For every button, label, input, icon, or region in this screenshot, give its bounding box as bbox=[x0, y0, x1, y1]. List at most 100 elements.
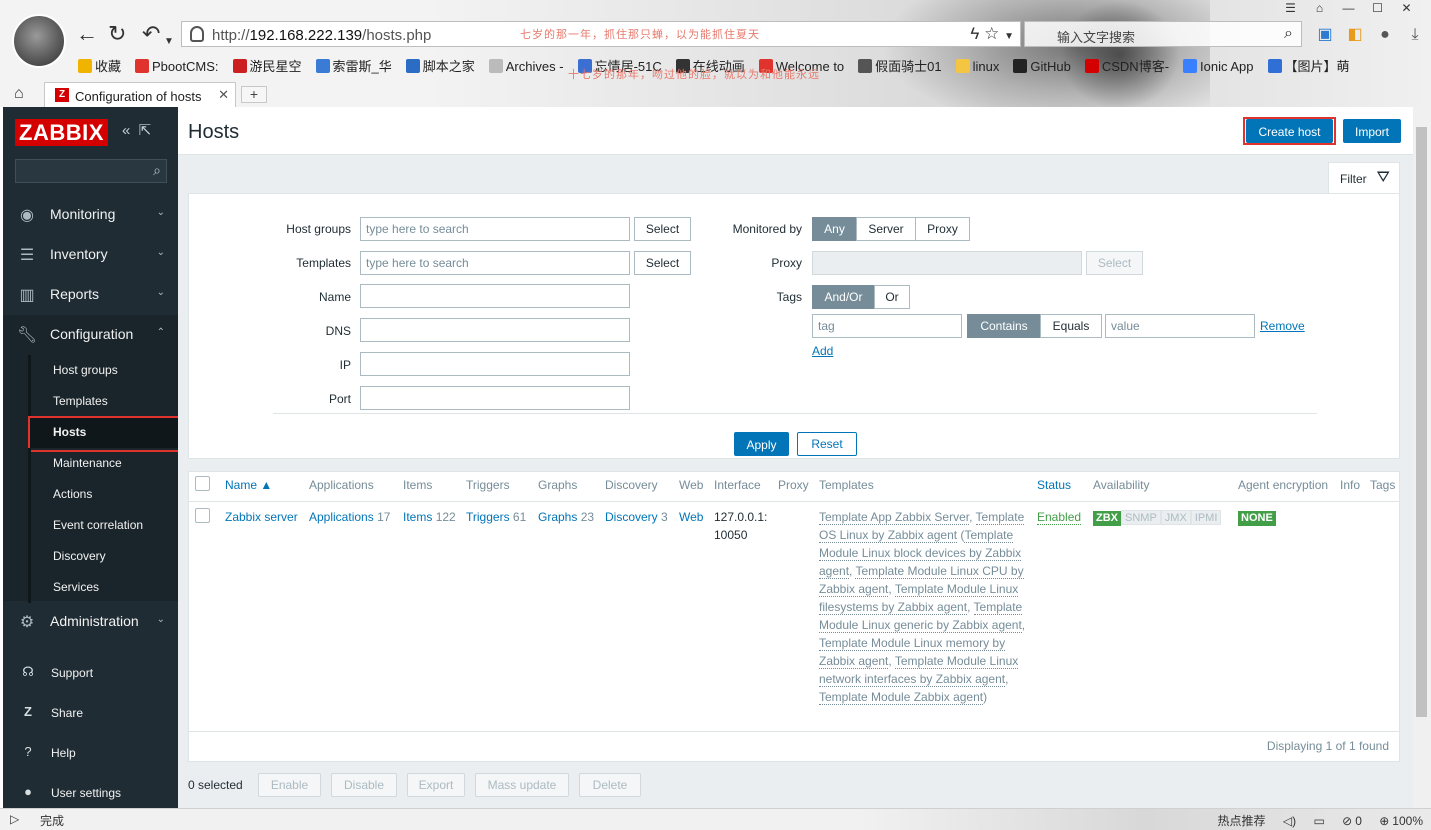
templates-select-button[interactable]: Select bbox=[634, 251, 691, 275]
applications-cell[interactable]: Applications 17 bbox=[309, 508, 390, 526]
download-icon[interactable]: ⤓ bbox=[1400, 26, 1430, 44]
tag-op-equals[interactable]: Equals bbox=[1040, 314, 1102, 338]
menu-support[interactable]: ☊ Support bbox=[3, 655, 178, 691]
browser-tab[interactable]: Z Configuration of hosts ✕ bbox=[44, 82, 236, 107]
chat-icon[interactable]: ● bbox=[1370, 26, 1400, 44]
monitored-by-proxy[interactable]: Proxy bbox=[915, 217, 970, 241]
select-all-checkbox[interactable] bbox=[195, 476, 210, 491]
menu-administration[interactable]: ⚙ Administration ⌄ bbox=[3, 602, 178, 642]
discovery-cell[interactable]: Discovery 3 bbox=[605, 508, 668, 526]
template-link[interactable]: Template Module Zabbix agent bbox=[819, 690, 984, 705]
star-icon[interactable]: ☆ bbox=[984, 24, 999, 43]
skin-icon[interactable]: ⌂ bbox=[1305, 1, 1334, 15]
status-toggle[interactable]: Enabled bbox=[1037, 508, 1082, 526]
tags-or[interactable]: Or bbox=[874, 285, 910, 309]
scrollbar-thumb[interactable] bbox=[1416, 127, 1427, 717]
menu-reports[interactable]: ▥ Reports ⌄ bbox=[3, 275, 178, 315]
bookmark-item[interactable]: 游民星空 bbox=[232, 56, 302, 75]
graphs-cell[interactable]: Graphs 23 bbox=[538, 508, 594, 526]
sidebar-toggle-icon[interactable]: ▷ bbox=[10, 812, 19, 826]
monitored-by-server[interactable]: Server bbox=[856, 217, 916, 241]
templates-input[interactable]: type here to search bbox=[360, 251, 630, 275]
export-button[interactable]: Export bbox=[407, 773, 465, 797]
triggers-cell[interactable]: Triggers 61 bbox=[466, 508, 526, 526]
undo-icon[interactable]: ↶ bbox=[142, 22, 160, 46]
bookmark-item[interactable]: 假面骑士01 bbox=[858, 56, 942, 75]
zoom-icon[interactable]: ⊕ bbox=[1379, 814, 1389, 828]
submenu-event-correlation[interactable]: Event correlation bbox=[28, 510, 178, 541]
window-icon[interactable]: ▭ bbox=[1313, 814, 1324, 828]
ip-input[interactable] bbox=[360, 352, 630, 376]
address-url[interactable]: http://192.168.222.139/hosts.php bbox=[212, 27, 431, 44]
bookmark-item[interactable]: PbootCMS: bbox=[135, 59, 219, 74]
zabbix-logo[interactable]: ZABBIX bbox=[15, 119, 108, 146]
browser-search-box[interactable]: 输入文字搜索 ⌕ bbox=[1024, 21, 1302, 47]
items-cell[interactable]: Items 122 bbox=[403, 508, 456, 526]
sidebar-search-input[interactable]: ⌕ bbox=[15, 159, 167, 183]
extension-icon[interactable]: ◧ bbox=[1340, 24, 1370, 44]
tag-input[interactable]: tag bbox=[812, 314, 962, 338]
bookmark-item[interactable]: 收藏 bbox=[78, 56, 121, 75]
close-icon[interactable]: ✕ bbox=[1392, 1, 1421, 15]
submenu-maintenance[interactable]: Maintenance bbox=[28, 448, 178, 479]
remove-tag-link[interactable]: Remove bbox=[1260, 319, 1305, 333]
monitored-by-any[interactable]: Any bbox=[812, 217, 857, 241]
menu-monitoring[interactable]: ◉ Monitoring ⌄ bbox=[3, 195, 178, 235]
tags-and-or[interactable]: And/Or bbox=[812, 285, 875, 309]
menu-share[interactable]: Z Share bbox=[3, 695, 178, 731]
filter-tab[interactable]: Filter ⛛ bbox=[1328, 162, 1400, 193]
bookmark-item[interactable]: 【图片】萌 bbox=[1267, 56, 1350, 75]
submenu-hosts[interactable]: Hosts bbox=[28, 416, 181, 452]
web-link[interactable]: Web bbox=[679, 508, 703, 526]
menu-inventory[interactable]: ☰ Inventory ⌄ bbox=[3, 235, 178, 275]
submenu-host-groups[interactable]: Host groups bbox=[28, 355, 178, 386]
user-avatar[interactable] bbox=[12, 14, 66, 68]
speaker-icon[interactable]: ◁) bbox=[1283, 814, 1296, 828]
host-groups-select-button[interactable]: Select bbox=[634, 217, 691, 241]
collapse-sidebar-icon[interactable]: « ⇱ bbox=[122, 121, 151, 139]
row-checkbox[interactable] bbox=[195, 508, 210, 523]
template-link[interactable]: Template App Zabbix Server bbox=[819, 510, 970, 525]
bookmark-item[interactable]: linux bbox=[955, 59, 999, 74]
bookmark-item[interactable]: Ionic App bbox=[1183, 59, 1254, 74]
search-icon[interactable]: ⌕ bbox=[1284, 25, 1293, 43]
col-status[interactable]: Status bbox=[1037, 478, 1071, 492]
add-tag-link[interactable]: Add bbox=[812, 344, 833, 358]
address-bar[interactable]: http://192.168.222.139/hosts.php 七岁的那一年，… bbox=[181, 21, 1021, 47]
port-input[interactable] bbox=[360, 386, 630, 410]
zoom-level[interactable]: 100% bbox=[1392, 814, 1423, 828]
col-name[interactable]: Name ▲ bbox=[225, 478, 272, 492]
menu-help[interactable]: ? Help bbox=[3, 735, 178, 771]
tag-op-contains[interactable]: Contains bbox=[967, 314, 1041, 338]
tab-close-icon[interactable]: ✕ bbox=[218, 87, 229, 103]
disable-button[interactable]: Disable bbox=[331, 773, 397, 797]
submenu-templates[interactable]: Templates bbox=[28, 386, 178, 417]
submenu-discovery[interactable]: Discovery bbox=[28, 541, 178, 572]
bookmark-item[interactable]: 脚本之家 bbox=[405, 56, 475, 75]
apply-button[interactable]: Apply bbox=[734, 432, 789, 456]
refresh-icon[interactable]: ↻ bbox=[108, 22, 126, 46]
enable-button[interactable]: Enable bbox=[258, 773, 321, 797]
page-scrollbar[interactable] bbox=[1413, 107, 1431, 808]
bookmark-item[interactable]: GitHub bbox=[1013, 59, 1071, 74]
search-icon[interactable]: ⌕ bbox=[153, 162, 161, 179]
mass-update-button[interactable]: Mass update bbox=[475, 773, 569, 797]
bookmark-item[interactable]: CSDN博客- bbox=[1084, 56, 1169, 75]
submenu-services[interactable]: Services bbox=[28, 572, 178, 603]
minimize-icon[interactable]: — bbox=[1334, 1, 1363, 15]
address-dropdown-icon[interactable]: ▼ bbox=[1004, 31, 1014, 42]
back-arrow-icon[interactable]: ← bbox=[76, 22, 98, 46]
home-icon[interactable]: ⌂ bbox=[14, 85, 24, 103]
lightning-icon[interactable]: ϟ bbox=[970, 24, 979, 43]
tag-value-input[interactable]: value bbox=[1105, 314, 1255, 338]
host-groups-input[interactable]: type here to search bbox=[360, 217, 630, 241]
host-name-link[interactable]: Zabbix server bbox=[225, 508, 298, 526]
menu-configuration[interactable]: 🔧︎ Configuration ⌃ bbox=[3, 315, 178, 355]
bookmark-item[interactable]: Archives - bbox=[488, 59, 564, 74]
import-button[interactable]: Import bbox=[1343, 119, 1401, 143]
maximize-icon[interactable]: ☐ bbox=[1363, 1, 1392, 15]
new-tab-button[interactable]: + bbox=[241, 86, 267, 103]
bookmark-item[interactable]: 索雷斯_华 bbox=[315, 56, 392, 75]
delete-button[interactable]: Delete bbox=[579, 773, 641, 797]
reset-button[interactable]: Reset bbox=[797, 432, 857, 456]
